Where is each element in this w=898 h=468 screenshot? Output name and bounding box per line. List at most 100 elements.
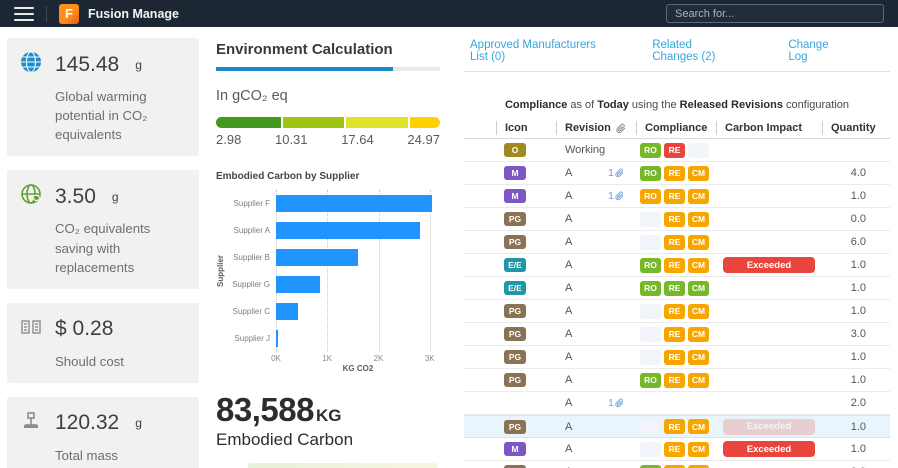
column-header-compliance[interactable]: Compliance bbox=[636, 121, 716, 135]
attachments-cell: 1 bbox=[608, 167, 636, 179]
paperclip-icon bbox=[615, 191, 624, 201]
chart-category-label: Supplier J bbox=[228, 325, 276, 352]
banknotes-icon bbox=[20, 316, 42, 343]
compliance-badge-ro: RO bbox=[640, 166, 661, 181]
chart-bar-row bbox=[276, 271, 440, 298]
item-type-badge: O bbox=[504, 143, 526, 157]
compliance-badge-cm: CM bbox=[688, 373, 709, 388]
quantity-cell: 6.0 bbox=[822, 236, 890, 248]
chart-y-axis-label: Supplier bbox=[216, 190, 228, 352]
icon-cell: PG bbox=[496, 420, 556, 434]
gauge-tick-labels: 2.9810.3117.6424.97 bbox=[216, 132, 440, 147]
item-type-badge: PG bbox=[504, 350, 526, 364]
gauge-segment bbox=[216, 117, 281, 128]
compliance-badge-re: RE bbox=[664, 327, 685, 342]
menu-icon[interactable] bbox=[14, 7, 34, 21]
total-unit: KG bbox=[316, 406, 342, 425]
compliance-badge-empty bbox=[640, 212, 661, 227]
search-input[interactable] bbox=[666, 4, 884, 23]
compliance-note: Compliance as of Today using the Release… bbox=[464, 99, 890, 111]
icon-cell: PG bbox=[496, 235, 556, 249]
quantity-cell: 1.0 bbox=[822, 443, 890, 455]
compliance-badge-empty bbox=[640, 350, 661, 365]
attachment-link[interactable]: 1 bbox=[608, 190, 636, 202]
exceeded-badge: Exceeded bbox=[723, 257, 815, 273]
table-row[interactable]: O Working RORE bbox=[464, 139, 890, 162]
table-row[interactable]: PGARECMExceeded1.0 bbox=[464, 415, 890, 438]
compliance-badge-ro: RO bbox=[640, 143, 661, 158]
table-row[interactable]: E/EARORECMExceeded1.0 bbox=[464, 254, 890, 277]
table-row[interactable]: PGARECM3.0 bbox=[464, 323, 890, 346]
revision-cell: A bbox=[556, 213, 608, 225]
icon-cell: M bbox=[496, 442, 556, 456]
icon-cell: PG bbox=[496, 350, 556, 364]
icon-cell: PG bbox=[496, 373, 556, 387]
attachment-link[interactable]: 1 bbox=[608, 167, 636, 179]
attachment-link[interactable]: 1 bbox=[608, 397, 636, 409]
table-row[interactable]: PGARECM0.0 bbox=[464, 208, 890, 231]
table-row[interactable]: MARECMExceeded1.0 bbox=[464, 438, 890, 461]
gauge-tick-label: 10.31 bbox=[275, 132, 308, 147]
metric-card: 120.32gTotal mass bbox=[7, 397, 199, 468]
column-header-quantity[interactable]: Quantity bbox=[822, 121, 890, 135]
table-row[interactable]: PGARECM1.0 bbox=[464, 346, 890, 369]
metric-unit: g bbox=[112, 190, 119, 204]
compliance-badge-re: RE bbox=[664, 419, 685, 434]
carbon-impact-cell: Exceeded bbox=[716, 257, 822, 273]
column-header-attachments[interactable] bbox=[608, 121, 636, 135]
quantity-cell: 4.0 bbox=[822, 167, 890, 179]
embodied-carbon-total: 83,588KG Embodied Carbon bbox=[216, 391, 440, 450]
item-type-badge: M bbox=[504, 189, 526, 203]
tab-related-changes-2[interactable]: Related Changes (2) bbox=[652, 39, 736, 63]
compliance-badge-re: RE bbox=[664, 442, 685, 457]
compliance-badge-ro: RO bbox=[640, 189, 661, 204]
compliance-badge-re: RE bbox=[664, 304, 685, 319]
compliance-badge-empty bbox=[688, 143, 709, 158]
column-header-carbon-impact[interactable]: Carbon Impact bbox=[716, 121, 822, 135]
table-row[interactable]: PGARECM1.0 bbox=[464, 300, 890, 323]
column-header-icon[interactable]: Icon bbox=[496, 121, 556, 135]
compliance-badge-empty bbox=[640, 327, 661, 342]
gauge-units-label: In gCO₂ eq bbox=[216, 88, 440, 104]
item-type-badge: PG bbox=[504, 420, 526, 434]
table-row[interactable]: PGARECM6.0 bbox=[464, 231, 890, 254]
tab-change-log[interactable]: Change Log bbox=[788, 39, 838, 63]
table-row[interactable]: PGARORECM2.0 bbox=[464, 461, 890, 468]
chart-category-label: Supplier G bbox=[228, 271, 276, 298]
table-row[interactable]: MA1RORECM4.0 bbox=[464, 162, 890, 185]
quantity-cell: 1.0 bbox=[822, 374, 890, 386]
quantity-cell: 1.0 bbox=[822, 190, 890, 202]
chart-category-label: Supplier F bbox=[228, 190, 276, 217]
panel-title: Environment Calculation bbox=[216, 41, 440, 58]
table-row[interactable]: E/EARORECM1.0 bbox=[464, 277, 890, 300]
compliance-cell: RORECM bbox=[636, 258, 716, 273]
compliance-badge-cm: CM bbox=[688, 304, 709, 319]
compliance-cell: RORECM bbox=[636, 373, 716, 388]
app-title: Fusion Manage bbox=[88, 7, 179, 21]
revision-cell: A bbox=[556, 421, 608, 433]
icon-cell: PG bbox=[496, 327, 556, 341]
tab-approved-manufacturers-list-0[interactable]: Approved Manufacturers List (0) bbox=[470, 39, 600, 63]
title-underline bbox=[216, 67, 440, 71]
attachments-cell: 1 bbox=[608, 190, 636, 202]
carbon-impact-cell: Exceeded bbox=[716, 441, 822, 457]
revision-cell: A bbox=[556, 443, 608, 455]
quantity-cell: 1.0 bbox=[822, 259, 890, 271]
chart-x-axis-label: KG CO2 bbox=[276, 364, 440, 373]
table-row[interactable]: MA1RORECM1.0 bbox=[464, 185, 890, 208]
paperclip-icon bbox=[615, 398, 624, 408]
metric-value: 3.50 bbox=[55, 185, 96, 209]
chart-x-tick-label: 0K bbox=[271, 354, 281, 363]
table-row[interactable]: A12.0 bbox=[464, 392, 890, 415]
revision-cell: Working bbox=[556, 144, 608, 156]
compliance-badge-empty bbox=[640, 235, 661, 250]
quantity-cell: 1.0 bbox=[822, 282, 890, 294]
compliance-cell: RORE bbox=[636, 143, 716, 158]
compliance-badge-ro: RO bbox=[640, 281, 661, 296]
column-header-revision[interactable]: Revision bbox=[556, 121, 608, 135]
table-row[interactable]: PGA RORECM 1.0 bbox=[464, 369, 890, 392]
compliance-badge-re: RE bbox=[664, 212, 685, 227]
revision-cell: A bbox=[556, 374, 608, 386]
icon-cell: PG bbox=[496, 212, 556, 226]
revision-cell: A bbox=[556, 259, 608, 271]
